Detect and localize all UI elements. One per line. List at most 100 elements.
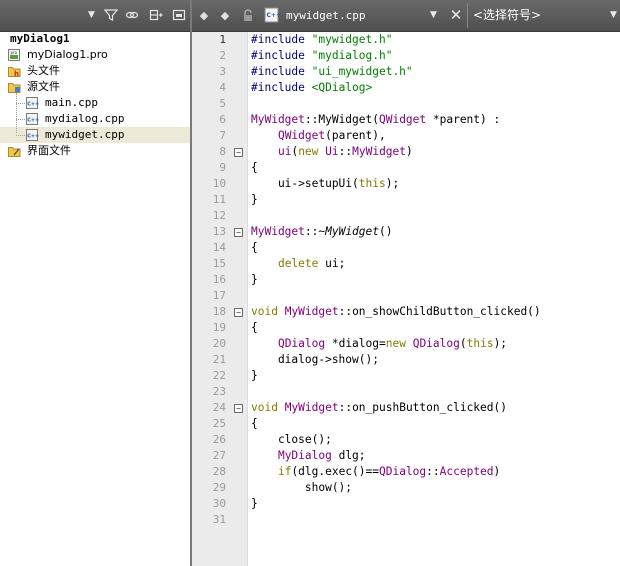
tree-item[interactable]: 界面文件 <box>0 143 190 159</box>
fold-marker-icon[interactable]: − <box>234 308 243 317</box>
code-line[interactable]: MyDialog dlg; <box>251 448 366 464</box>
line-number: 29 <box>212 481 226 494</box>
code-line[interactable]: #include "mywidget.h" <box>251 32 392 48</box>
code-line[interactable]: show(); <box>251 480 352 496</box>
code-line[interactable]: } <box>251 496 258 512</box>
fold-marker-icon[interactable]: − <box>234 228 243 237</box>
line-number: 7 <box>219 129 226 142</box>
fold-marker-icon[interactable]: − <box>234 404 243 413</box>
code-token: MyWidget <box>251 113 305 126</box>
filter-icon[interactable] <box>103 8 118 23</box>
code-token: "mywidget.h" <box>311 33 393 46</box>
close-document-icon[interactable]: ✕ <box>448 6 464 24</box>
code-token: MyWidget <box>284 305 339 318</box>
code-line[interactable]: delete ui; <box>251 256 345 272</box>
code-token: QWidget <box>378 113 427 126</box>
code-line[interactable]: { <box>251 240 258 256</box>
tree-item[interactable]: h 头文件 <box>0 63 190 79</box>
tree-item[interactable]: pro myDialog1.pro <box>0 47 190 63</box>
code-token: } <box>251 193 258 206</box>
line-number: 20 <box>212 337 226 350</box>
code-line[interactable]: close(); <box>251 432 332 448</box>
svg-text:pro: pro <box>11 50 18 55</box>
code-line[interactable]: void MyWidget::on_pushButton_clicked() <box>251 400 507 416</box>
file-combo-dropdown-icon[interactable]: ▼ <box>430 9 437 22</box>
cpp-file-icon: C++ <box>264 7 281 23</box>
line-number: 14 <box>212 241 226 254</box>
code-token: QDialog <box>379 465 427 478</box>
project-panel: ▼ myDialog1 pro myDialog1.pro h 头文件 源文件 C++ mai… <box>0 0 191 566</box>
fold-marker-icon[interactable]: − <box>234 148 243 157</box>
code-token: QWidget <box>277 129 326 142</box>
code-line[interactable]: if(dlg.exec()==QDialog::Accepted) <box>251 464 500 480</box>
code-line[interactable]: { <box>251 320 258 336</box>
tree-item-label: mywidget.cpp <box>45 128 125 141</box>
open-file-name[interactable]: mywidget.cpp <box>286 0 365 31</box>
link-with-editor-icon[interactable] <box>124 8 139 23</box>
symbols-combo[interactable]: <选择符号> <box>473 0 541 31</box>
tree-item[interactable]: myDialog1 <box>0 31 190 47</box>
code-line[interactable]: QDialog *dialog=new QDialog(this); <box>251 336 507 352</box>
code-token: this <box>466 337 494 350</box>
code-token: delete <box>277 257 319 270</box>
code-token: #include <box>251 33 312 46</box>
code-line[interactable]: dialog->show(); <box>251 352 379 368</box>
tree-item-label: 源文件 <box>27 80 60 93</box>
code-token: { <box>251 417 258 430</box>
code-token: ); <box>493 337 508 350</box>
split-view-icon[interactable] <box>148 8 163 23</box>
code-line[interactable]: } <box>251 272 258 288</box>
code-line[interactable]: #include <QDialog> <box>251 80 372 96</box>
line-number: 9 <box>219 161 226 174</box>
code-line[interactable]: { <box>251 416 258 432</box>
code-token: MyWidget <box>352 145 407 158</box>
forms-folder-icon <box>8 145 21 157</box>
view-dropdown-arrow-icon[interactable]: ▼ <box>84 8 99 23</box>
symbols-dropdown-icon[interactable]: ▼ <box>610 9 617 22</box>
code-line[interactable]: void MyWidget::on_showChildButton_clicke… <box>251 304 541 320</box>
line-number: 6 <box>219 113 226 126</box>
code-line[interactable]: { <box>251 160 258 176</box>
line-number: 28 <box>212 465 226 478</box>
line-number: 25 <box>212 417 226 430</box>
code-editor[interactable]: #include "mywidget.h" #include "mydialog.… <box>251 32 620 566</box>
tree-connector <box>16 93 17 133</box>
code-line[interactable]: QWidget(parent), <box>251 128 386 144</box>
code-token: { <box>251 321 258 334</box>
code-line[interactable]: #include "ui_mywidget.h" <box>251 64 413 80</box>
code-token: (dlg.exec()== <box>291 465 379 478</box>
line-number: 22 <box>212 369 226 382</box>
code-line[interactable]: ui(new Ui::MyWidget) <box>251 144 413 160</box>
tree-item[interactable]: C++ main.cpp <box>0 95 190 111</box>
code-line[interactable]: MyWidget::MyWidget(QWidget *parent) : <box>251 112 500 128</box>
line-number: 4 <box>219 81 226 94</box>
line-number: 1 <box>219 33 226 46</box>
line-number: 31 <box>212 513 226 526</box>
code-token: Accepted <box>439 465 494 478</box>
code-token: dialog->show(); <box>251 353 379 366</box>
code-line[interactable]: #include "mydialog.h" <box>251 48 392 64</box>
code-line[interactable]: } <box>251 368 258 384</box>
line-number: 16 <box>212 273 226 286</box>
lock-icon[interactable] <box>242 9 254 22</box>
line-number: 27 <box>212 449 226 462</box>
code-line[interactable]: MyWidget::~MyWidget() <box>251 224 392 240</box>
tree-item[interactable]: C++ mydialog.cpp <box>0 111 190 127</box>
line-number: 15 <box>212 257 226 270</box>
go-forward-icon[interactable]: ◆ <box>219 9 231 22</box>
code-token: close(); <box>251 433 332 446</box>
code-token: () <box>379 225 393 238</box>
tree-item[interactable]: C++ mywidget.cpp <box>0 127 190 143</box>
code-line[interactable]: ui->setupUi(this); <box>251 176 399 192</box>
tree-item[interactable]: 源文件 <box>0 79 190 95</box>
code-line[interactable]: } <box>251 192 258 208</box>
go-back-icon[interactable]: ◆ <box>198 9 210 22</box>
project-tree: myDialog1 pro myDialog1.pro h 头文件 源文件 C++ main.… <box>0 31 190 159</box>
pro-file-icon: pro <box>8 49 21 61</box>
code-token: MyDialog <box>277 449 332 462</box>
close-panel-icon[interactable] <box>171 8 186 23</box>
